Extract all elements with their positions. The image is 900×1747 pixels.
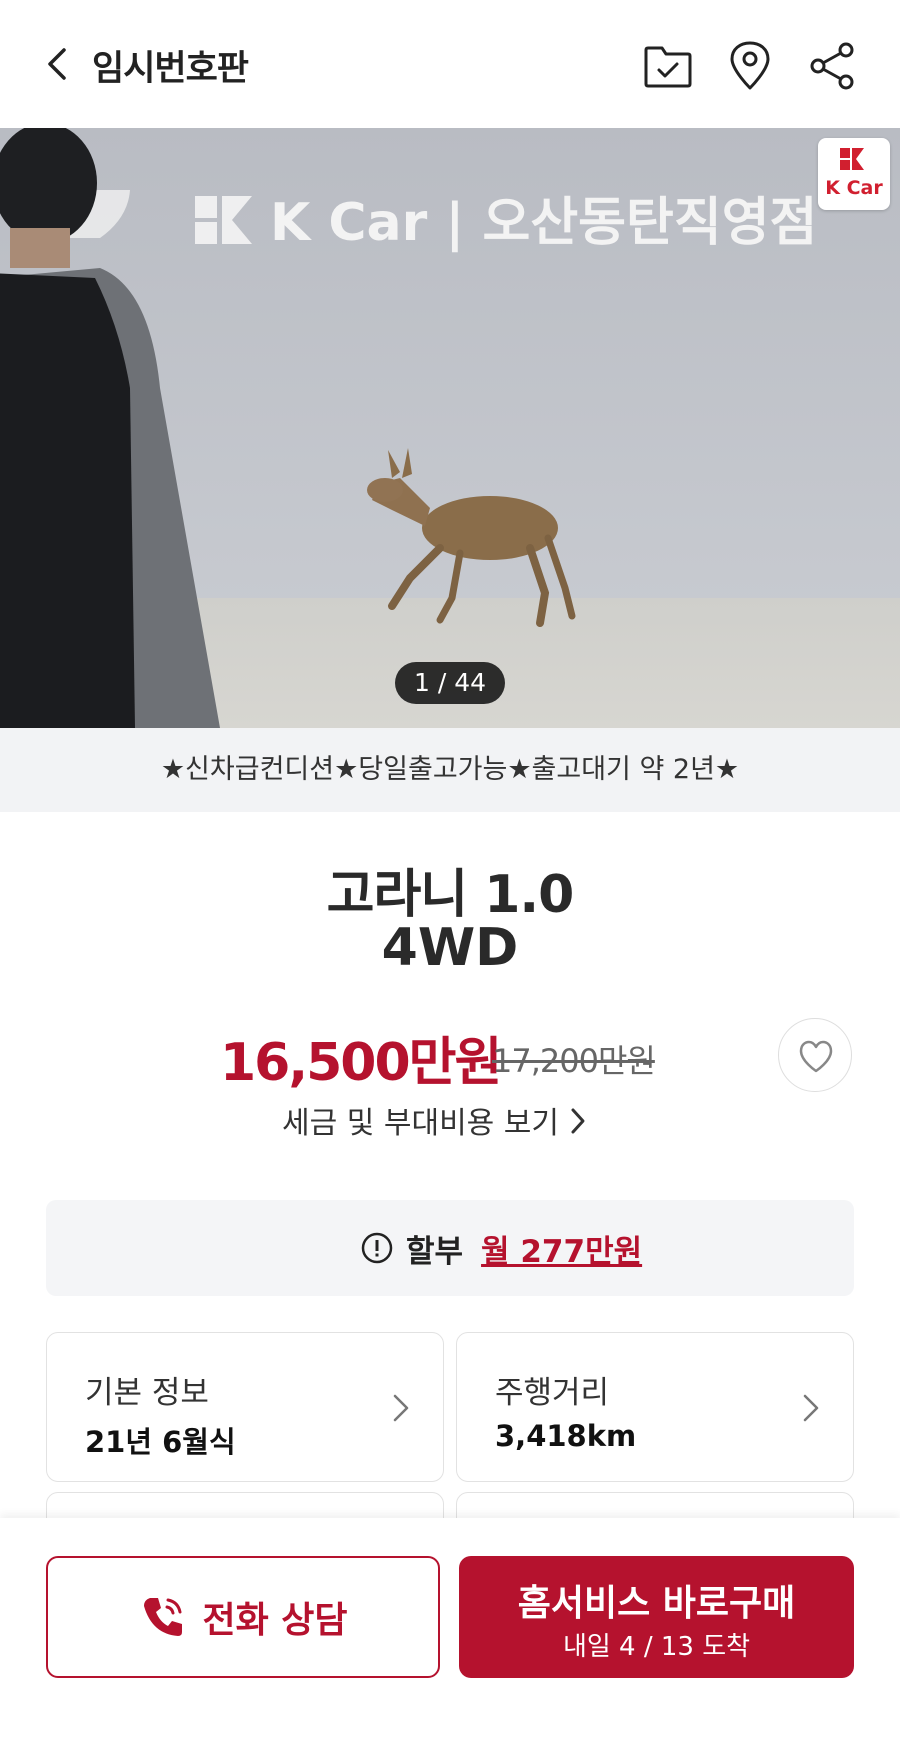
- kcar-badge-text: K Car: [825, 177, 883, 199]
- card-value: 21년 6월식: [85, 1425, 236, 1459]
- car-trim: 4WD: [381, 918, 519, 978]
- share-icon[interactable]: [808, 40, 860, 92]
- phone-consult-label: 전화 상담: [202, 1600, 348, 1641]
- card-label: 기본 정보: [85, 1375, 209, 1411]
- phone-icon: [144, 1598, 183, 1636]
- price-row: 16,500만원 17,200만원: [0, 1020, 900, 1093]
- installment-box: 할부 월 277만원: [46, 1200, 854, 1296]
- promo-banner: ★신차급컨디션★당일출고가능★출고대기 약 2년★: [0, 728, 900, 812]
- tax-fees-link[interactable]: 세금 및 부대비용 보기: [282, 1098, 587, 1144]
- back-icon[interactable]: [40, 42, 76, 86]
- info-icon: [361, 1232, 393, 1264]
- sale-price: 16,500만원: [220, 1033, 502, 1093]
- bottom-action-bar: 전화 상담 홈서비스 바로구매 내일 4 / 13 도착: [0, 1518, 900, 1747]
- page-title: 임시번호판: [92, 49, 249, 89]
- chevron-right-icon: [569, 1106, 587, 1144]
- basic-info-card[interactable]: 기본 정보 21년 6월식: [46, 1332, 444, 1482]
- car-photo[interactable]: K Car | 오산동탄직영점: [0, 128, 900, 728]
- phone-consult-button[interactable]: 전화 상담: [46, 1556, 440, 1678]
- wall-sign-text: K Car | 오산동탄직영점: [270, 193, 817, 253]
- location-pin-icon[interactable]: [724, 40, 776, 92]
- home-service-buy-button[interactable]: 홈서비스 바로구매 내일 4 / 13 도착: [459, 1556, 854, 1678]
- installment-label: 할부: [406, 1233, 464, 1270]
- chevron-right-icon: [803, 1394, 819, 1422]
- original-price: 17,200만원: [492, 1042, 656, 1080]
- card-value: 3,418km: [495, 1419, 637, 1453]
- chevron-right-icon: [393, 1394, 409, 1422]
- photo-counter: 1 / 44: [395, 662, 505, 704]
- car-name: 고라니 1.0: [326, 865, 575, 925]
- buy-button-sublabel: 내일 4 / 13 도착: [562, 1632, 751, 1662]
- favorite-button[interactable]: [778, 1018, 852, 1092]
- folder-check-icon[interactable]: [642, 40, 694, 92]
- buy-button-label: 홈서비스 바로구매: [517, 1583, 796, 1624]
- mileage-card[interactable]: 주행거리 3,418km: [456, 1332, 854, 1482]
- tax-fees-label: 세금 및 부대비용 보기: [282, 1106, 560, 1141]
- card-label: 주행거리: [495, 1375, 610, 1411]
- installment-value-link[interactable]: 월 277만원: [481, 1226, 642, 1271]
- kcar-logo-badge: K Car: [818, 138, 890, 210]
- heart-icon: [799, 1040, 833, 1073]
- app-header: 임시번호판: [0, 0, 900, 128]
